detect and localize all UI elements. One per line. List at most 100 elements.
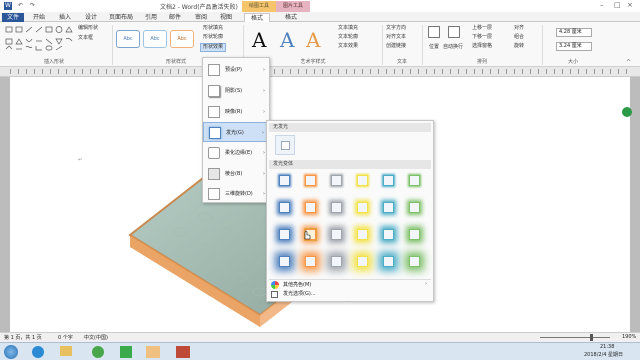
tab-picture-format[interactable]: 格式 — [278, 13, 304, 22]
resize-grip-icon[interactable]: .... — [345, 298, 350, 303]
position-button[interactable]: 位置 — [429, 44, 439, 51]
tab-home[interactable]: 开始 — [30, 13, 48, 22]
media-app-icon[interactable] — [176, 346, 190, 358]
create-link-button[interactable]: 创建链接 — [386, 43, 406, 50]
shapes-gallery[interactable] — [4, 25, 74, 53]
tab-design[interactable]: 设计 — [82, 13, 100, 22]
zoom-thumb[interactable] — [590, 334, 593, 341]
glow-variant-option[interactable] — [383, 229, 394, 240]
collapse-ribbon-icon[interactable]: ^ — [626, 59, 631, 66]
glow-variant-option[interactable] — [357, 202, 368, 213]
tab-file[interactable]: 文件 — [2, 13, 24, 22]
glow-variant-option[interactable] — [383, 202, 394, 213]
bring-forward-button[interactable]: 上移一层 — [472, 25, 492, 32]
glow-variant-option[interactable] — [409, 256, 420, 267]
shape-outline-button[interactable]: 形状轮廓 — [203, 34, 223, 41]
edit-shape-button[interactable]: 编辑形状 — [78, 25, 98, 32]
no-glow-option[interactable] — [275, 135, 295, 155]
menu-item-soft-edges[interactable]: 柔化边缘(E) › — [203, 143, 269, 163]
menu-item-shadow[interactable]: 阴影(S) › — [203, 81, 269, 101]
divider — [382, 25, 383, 65]
tab-drawing-format[interactable]: 格式 — [244, 13, 270, 22]
shape-fill-button[interactable]: 形状填充 — [203, 25, 223, 32]
wrap-text-button[interactable]: 自动换行 — [443, 44, 463, 51]
more-glow-colors[interactable]: 其他亮色(M) — [283, 281, 311, 289]
shape-height-input[interactable]: 4.28 厘米 — [556, 28, 592, 37]
text-outline-button[interactable]: 文本轮廓 — [338, 34, 358, 41]
language[interactable]: 中文(中国) — [84, 334, 108, 341]
wrap-text-icon[interactable] — [448, 26, 460, 38]
text-direction-button[interactable]: 文字方向 — [386, 25, 406, 32]
close-icon[interactable]: × — [627, 1, 633, 9]
glow-variant-option[interactable] — [331, 175, 342, 186]
group-button[interactable]: 组合 — [514, 34, 524, 41]
menu-item-preset[interactable]: 预设(P) › — [203, 60, 269, 80]
glow-variant-option[interactable] — [279, 229, 290, 240]
word-count[interactable]: 0 个字 — [58, 334, 73, 341]
layout-options-icon[interactable] — [622, 107, 632, 117]
glow-variant-option[interactable] — [305, 175, 316, 186]
app-icon[interactable] — [146, 346, 160, 358]
shape-style-preset-1[interactable]: Abc — [116, 30, 140, 48]
minimize-icon[interactable]: – — [600, 1, 604, 9]
glow-options[interactable]: 发光选项(G)... — [283, 290, 316, 298]
page-count[interactable]: 第 1 页，共 1 页 — [4, 334, 42, 341]
text-box-button[interactable]: 文本框 — [78, 35, 93, 42]
redo-icon[interactable]: ↷ — [30, 2, 35, 9]
position-icon[interactable] — [428, 26, 440, 38]
reflection-icon — [208, 106, 220, 118]
text-fill-button[interactable]: 文本填充 — [338, 25, 358, 32]
glow-variant-option[interactable] — [383, 175, 394, 186]
glow-variant-option[interactable] — [279, 256, 290, 267]
align-text-button[interactable]: 对齐文本 — [386, 34, 406, 41]
zoom-slider[interactable] — [540, 337, 610, 338]
tab-layout[interactable]: 页面布局 — [106, 13, 136, 22]
start-button-icon[interactable] — [4, 345, 18, 359]
glow-variant-option[interactable] — [357, 229, 368, 240]
wordart-style-2[interactable]: A — [280, 28, 294, 52]
glow-variant-option[interactable] — [383, 256, 394, 267]
menu-item-reflection[interactable]: 映像(R) › — [203, 102, 269, 122]
wordart-style-1[interactable]: A — [252, 28, 266, 52]
ie-icon[interactable] — [32, 346, 44, 358]
browser-icon[interactable] — [92, 346, 104, 358]
glow-variant-option[interactable] — [331, 202, 342, 213]
wechat-icon[interactable] — [120, 346, 132, 358]
shape-style-preset-2[interactable]: Abc — [143, 30, 167, 48]
send-backward-button[interactable]: 下移一层 — [472, 34, 492, 41]
tab-insert[interactable]: 插入 — [56, 13, 74, 22]
text-effects-button[interactable]: 文本效果 — [338, 43, 358, 50]
glow-variant-option[interactable] — [409, 175, 420, 186]
clock-time[interactable]: 21:38 — [600, 344, 614, 350]
glow-variant-option[interactable] — [357, 256, 368, 267]
tab-review[interactable]: 审阅 — [192, 13, 210, 22]
shape-style-preset-3[interactable]: Abc — [170, 30, 194, 48]
tab-references[interactable]: 引用 — [142, 13, 160, 22]
align-button[interactable]: 对齐 — [514, 25, 524, 32]
shape-width-input[interactable]: 3.24 厘米 — [556, 42, 592, 51]
menu-item-bevel[interactable]: 棱台(B) › — [203, 164, 269, 184]
undo-icon[interactable]: ↶ — [18, 2, 23, 9]
glow-variant-option[interactable] — [305, 256, 316, 267]
menu-item-glow[interactable]: 发光(G) › — [203, 122, 269, 142]
glow-variant-option[interactable] — [331, 256, 342, 267]
glow-variant-option[interactable] — [357, 175, 368, 186]
glow-variant-option[interactable] — [409, 229, 420, 240]
glow-variant-option[interactable] — [409, 202, 420, 213]
tab-view[interactable]: 视图 — [217, 13, 235, 22]
clock-date[interactable]: 2018/2/4 星期日 — [584, 351, 623, 358]
zoom-level[interactable]: 190% — [622, 334, 636, 340]
glow-variant-option[interactable] — [279, 202, 290, 213]
explorer-icon[interactable] — [60, 346, 72, 356]
wordart-style-3[interactable]: A — [306, 28, 320, 52]
glow-variant-option[interactable] — [279, 175, 290, 186]
selection-pane-button[interactable]: 选择窗格 — [472, 43, 492, 50]
glow-variant-option[interactable] — [305, 202, 316, 213]
rotate-button[interactable]: 旋转 — [514, 43, 524, 50]
tab-mailings[interactable]: 邮件 — [166, 13, 184, 22]
glow-variant-option[interactable] — [331, 229, 342, 240]
menu-item-3d-rotation[interactable]: 三维旋转(D) › — [203, 184, 269, 204]
glow-variants-grid — [273, 173, 429, 277]
maximize-icon[interactable]: □ — [614, 1, 621, 9]
shape-effects-button[interactable]: 形状效果 — [200, 43, 227, 52]
